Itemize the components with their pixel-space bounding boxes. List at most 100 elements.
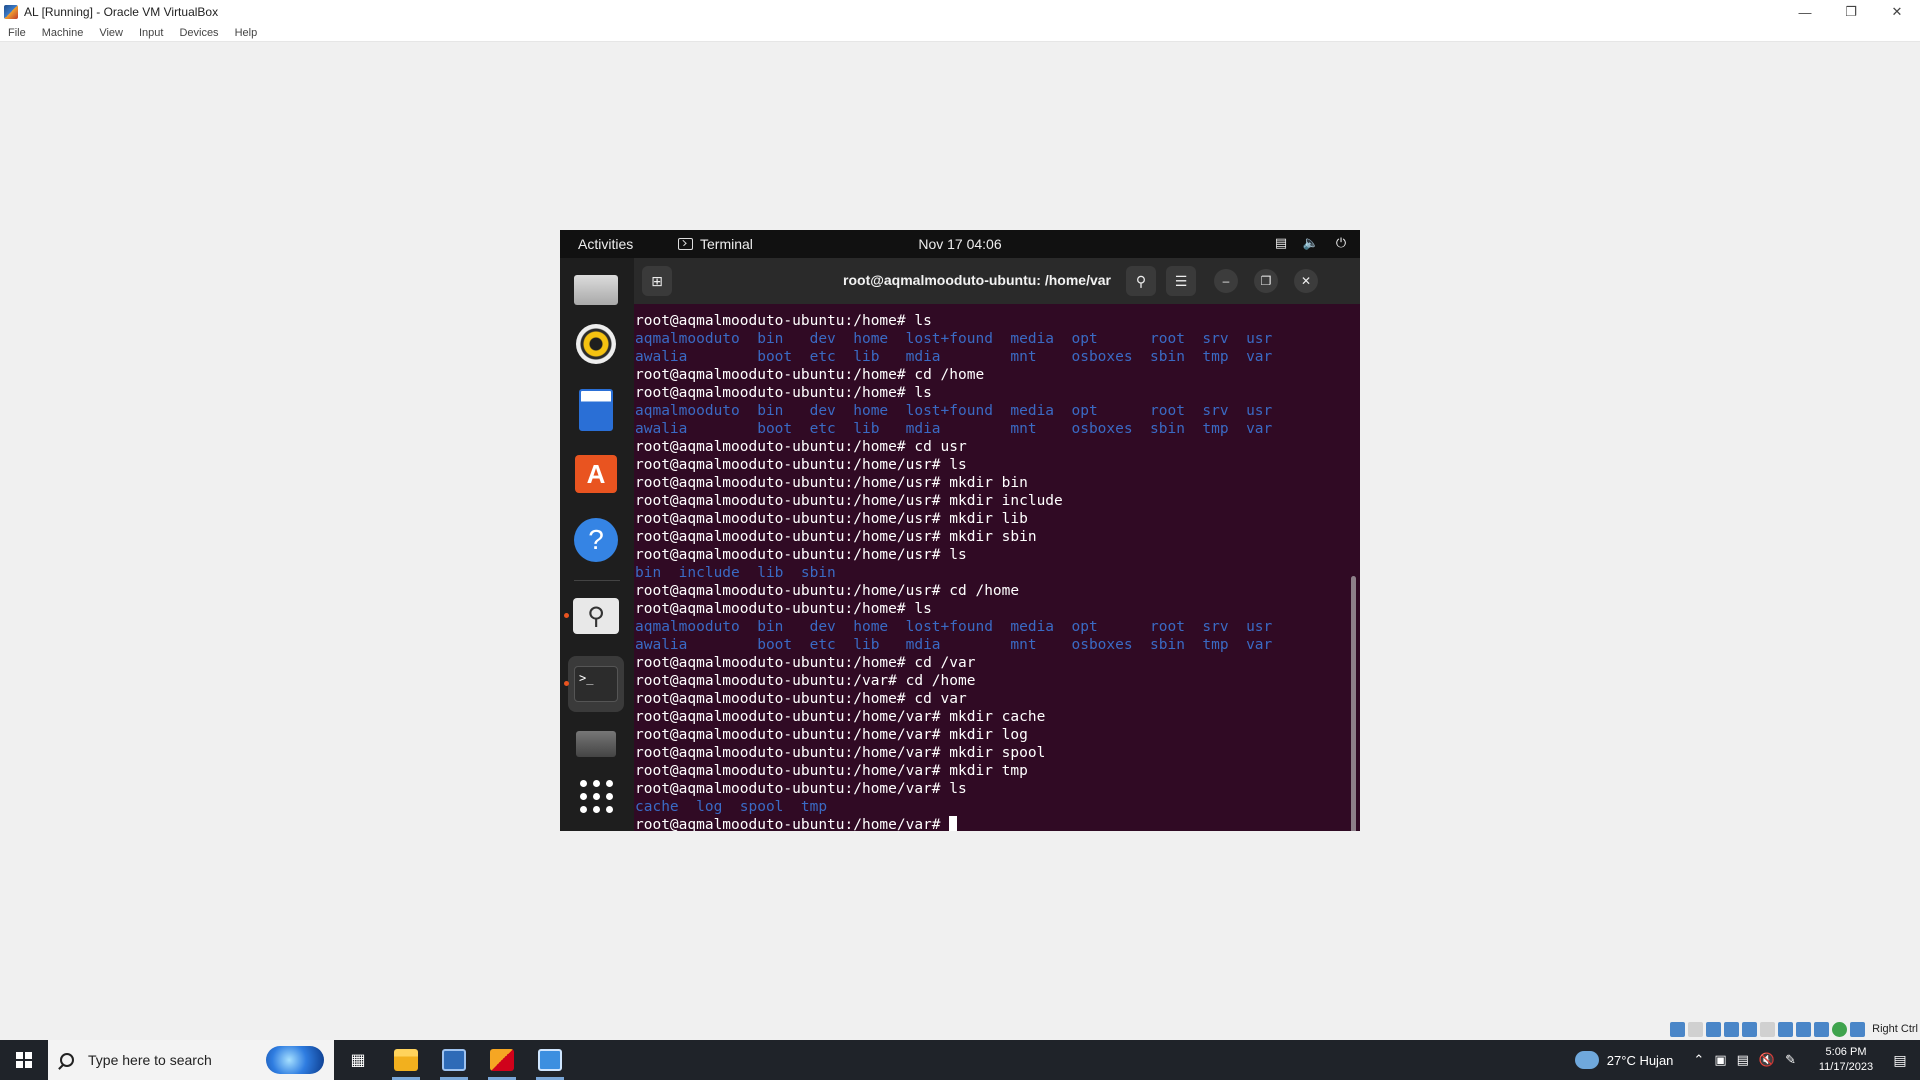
terminal-scrollbar[interactable]	[1351, 576, 1356, 831]
network-adapter-icon[interactable]	[1724, 1021, 1740, 1037]
terminal-dock-icon: >_	[574, 666, 618, 702]
menu-file[interactable]: File	[8, 27, 26, 39]
terminal-cursor	[949, 816, 958, 831]
keyboard-capture-icon[interactable]	[1850, 1021, 1866, 1037]
task-view-button[interactable]: ▦	[334, 1040, 382, 1080]
terminal-command-line: root@aqmalmooduto-ubuntu:/home/usr# mkdi…	[635, 475, 1028, 491]
maximize-button[interactable]: ❐	[1254, 269, 1278, 293]
terminal-listing-line: awalia boot etc lib mdia mnt osboxes sbi…	[635, 349, 1273, 365]
search-button[interactable]: ⚲	[1126, 266, 1156, 296]
terminal-listing-line: awalia boot etc lib mdia mnt osboxes sbi…	[635, 421, 1273, 437]
recording-icon[interactable]	[1796, 1021, 1812, 1037]
taskbar-app-blue[interactable]	[526, 1040, 574, 1080]
menu-button[interactable]: ☰	[1166, 266, 1196, 296]
hamburger-icon: ☰	[1174, 272, 1188, 289]
task-view-icon: ▦	[350, 1052, 366, 1069]
audio-icon[interactable]	[1706, 1021, 1722, 1037]
mouse-integration-icon[interactable]	[1832, 1021, 1848, 1037]
usb-icon[interactable]	[1742, 1021, 1758, 1037]
pen-icon[interactable]: ✎	[1785, 1052, 1796, 1068]
dock-image-viewer[interactable]: ⚲	[572, 592, 620, 640]
dock-drive[interactable]	[572, 720, 620, 768]
close-button[interactable]: ✕	[1294, 269, 1318, 293]
shared-folders-icon[interactable]	[1760, 1021, 1776, 1037]
dock-help[interactable]: ?	[572, 516, 620, 564]
terminal-command-line: root@aqmalmooduto-ubuntu:/home# ls	[635, 385, 932, 401]
system-tray[interactable]: ▤ 🔈 ⏻	[1272, 235, 1350, 251]
cpu-icon[interactable]	[1814, 1021, 1830, 1037]
terminal-command-line: root@aqmalmooduto-ubuntu:/home/var# mkdi…	[635, 727, 1028, 743]
taskbar-file-explorer[interactable]	[382, 1040, 430, 1080]
search-icon: ⚲	[1135, 272, 1147, 289]
gnome-top-bar: Activities Terminal Nov 17 04:06 ▤ 🔈 ⏻	[560, 230, 1360, 258]
taskbar-search-box[interactable]: Type here to search	[48, 1040, 334, 1080]
writer-icon	[579, 389, 613, 431]
menu-input[interactable]: Input	[139, 27, 163, 39]
clock-time: 5:06 PM	[1825, 1046, 1867, 1058]
search-icon	[60, 1053, 74, 1067]
dock-libreoffice-writer[interactable]	[572, 386, 620, 434]
terminal-title: root@aqmalmooduto-ubuntu: /home/var	[843, 272, 1111, 288]
virtualbox-icon	[442, 1049, 466, 1071]
taskbar-clock[interactable]: 5:06 PM 11/17/2023	[1812, 1045, 1880, 1075]
weather-rain-icon[interactable]	[1574, 1051, 1599, 1069]
taskbar-app-orange[interactable]	[478, 1040, 526, 1080]
terminal-listing-line: aqmalmooduto bin dev home lost+found med…	[635, 403, 1273, 419]
terminal-output[interactable]: root@aqmalmooduto-ubuntu:/home# ls aqmalm…	[634, 304, 1360, 831]
weather-text[interactable]: 27°C Hujan	[1607, 1053, 1674, 1068]
vbox-titlebar: AL [Running] - Oracle VM VirtualBox — ❐ …	[0, 0, 1920, 24]
files-icon	[574, 275, 618, 305]
display-icon[interactable]	[1778, 1021, 1794, 1037]
terminal-command-line: root@aqmalmooduto-ubuntu:/home/var# mkdi…	[635, 763, 1028, 779]
help-icon: ?	[574, 518, 618, 562]
menu-machine[interactable]: Machine	[42, 27, 84, 39]
terminal-command-line: root@aqmalmooduto-ubuntu:/home# cd var	[635, 691, 967, 707]
hard-disk-icon[interactable]	[1670, 1021, 1686, 1037]
start-button[interactable]	[0, 1040, 48, 1080]
power-icon: ⏻	[1335, 235, 1347, 250]
windows-taskbar: Type here to search ▦ 27°C Hujan ⌃ ▣ ▤ 🔇…	[0, 1040, 1920, 1080]
app-grid-icon	[579, 779, 613, 813]
menu-help[interactable]: Help	[235, 27, 258, 39]
minimize-icon: –	[1222, 274, 1230, 288]
terminal-command-line: root@aqmalmooduto-ubuntu:/home/usr# mkdi…	[635, 493, 1063, 509]
running-indicator	[564, 613, 569, 618]
terminal-command-line: root@aqmalmooduto-ubuntu:/home/var# mkdi…	[635, 745, 1046, 761]
app-icon	[490, 1049, 514, 1071]
network-icon[interactable]: ▤	[1737, 1052, 1749, 1068]
running-indicator-terminal	[564, 681, 569, 686]
menu-devices[interactable]: Devices	[179, 27, 218, 39]
guest-screen[interactable]: Activities Terminal Nov 17 04:06 ▤ 🔈 ⏻ A…	[560, 230, 1360, 831]
dock-ubuntu-software[interactable]: A	[572, 450, 620, 498]
vbox-menubar: File Machine View Input Devices Help	[0, 24, 1920, 42]
terminal-command-line: root@aqmalmooduto-ubuntu:/home/usr# cd /…	[635, 583, 1020, 599]
minimize-icon[interactable]: —	[1782, 0, 1828, 24]
magnifier-icon: ⚲	[573, 598, 619, 634]
search-placeholder: Type here to search	[88, 1052, 212, 1068]
notification-button[interactable]: ▤	[1880, 1040, 1920, 1080]
show-applications-button[interactable]	[572, 772, 620, 820]
chevron-up-icon[interactable]: ⌃	[1693, 1052, 1704, 1068]
folder-icon	[394, 1049, 418, 1071]
terminal-command-line: root@aqmalmooduto-ubuntu:/home# ls	[635, 601, 932, 617]
virtualbox-app-icon	[4, 5, 18, 19]
restore-icon[interactable]: ❐	[1828, 0, 1874, 24]
taskbar-virtualbox[interactable]	[430, 1040, 478, 1080]
terminal-window[interactable]: ⊞ root@aqmalmooduto-ubuntu: /home/var ⚲ …	[634, 258, 1360, 831]
search-highlight-icon	[266, 1046, 324, 1074]
menu-view[interactable]: View	[99, 27, 123, 39]
dock-terminal[interactable]: >_	[568, 656, 624, 712]
volume-mute-icon[interactable]: 🔇	[1759, 1052, 1775, 1068]
optical-drive-icon[interactable]	[1688, 1021, 1704, 1037]
minimize-button[interactable]: –	[1214, 269, 1238, 293]
dock-rhythmbox[interactable]	[572, 320, 620, 368]
close-icon[interactable]: ✕	[1874, 0, 1920, 24]
dock-files[interactable]	[572, 266, 620, 314]
terminal-prompt-line[interactable]: root@aqmalmooduto-ubuntu:/home/var#	[635, 816, 1360, 831]
device-icon[interactable]: ▣	[1714, 1052, 1726, 1068]
terminal-command-line: root@aqmalmooduto-ubuntu:/home# cd /home	[635, 367, 985, 383]
terminal-listing-line: aqmalmooduto bin dev home lost+found med…	[635, 331, 1273, 347]
gnome-clock[interactable]: Nov 17 04:06	[560, 236, 1360, 252]
dock-separator	[574, 580, 620, 581]
notification-icon: ▤	[1893, 1051, 1907, 1068]
